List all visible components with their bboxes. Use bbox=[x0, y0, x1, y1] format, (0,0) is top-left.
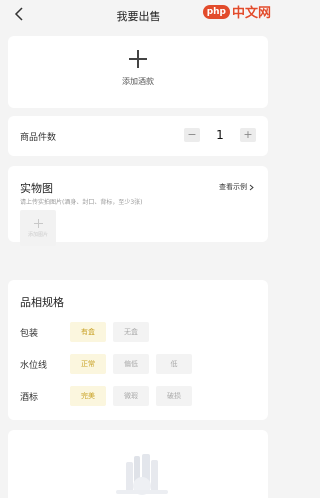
spec-row-label-condition: 酒标 完美 微瑕 破损 bbox=[20, 386, 199, 406]
watermark-text: 中文网 bbox=[231, 6, 271, 21]
condition-spec-card: 品相规格 包装 有盒 无盒 水位线 正常 偏低 低 酒标 完美 微瑕 破损 bbox=[8, 280, 268, 420]
plus-icon bbox=[129, 50, 147, 68]
upload-photo-button[interactable]: 添加图片 bbox=[20, 210, 56, 246]
quantity-card: 商品件数 − 1 + bbox=[8, 116, 268, 156]
watermark-badge: php bbox=[202, 4, 230, 19]
photo-card: 实物图 查看示例 请上传实拍图片(酒身、封口、背标，至少3张) 添加图片 bbox=[8, 166, 268, 246]
spec-row-packaging: 包装 有盒 无盒 bbox=[20, 322, 156, 342]
quantity-value: 1 bbox=[216, 128, 224, 142]
option-chip[interactable]: 有盒 bbox=[70, 322, 106, 342]
photo-section-title: 实物图 bbox=[20, 182, 53, 195]
quantity-label: 商品件数 bbox=[20, 133, 57, 143]
view-example-link[interactable]: 查看示例 bbox=[219, 182, 254, 192]
quantity-stepper: − 1 + bbox=[184, 128, 256, 142]
spec-label: 包装 bbox=[20, 328, 39, 339]
option-chip[interactable]: 完美 bbox=[70, 386, 106, 406]
watermark-logo: php 中文网 bbox=[202, 2, 271, 21]
wine-bottle-illustration-icon bbox=[116, 454, 168, 495]
chevron-right-icon bbox=[249, 184, 254, 190]
bottom-card bbox=[8, 430, 268, 498]
add-wine-button[interactable]: 添加酒款 bbox=[8, 50, 268, 87]
add-wine-card: 添加酒款 bbox=[8, 36, 268, 108]
option-chip[interactable]: 正常 bbox=[70, 354, 106, 374]
spec-row-fill-level: 水位线 正常 偏低 低 bbox=[20, 354, 199, 374]
photo-hint-text: 请上传实拍图片(酒身、封口、背标，至少3张) bbox=[20, 199, 143, 206]
plus-icon bbox=[33, 218, 43, 228]
increment-button[interactable]: + bbox=[240, 128, 256, 142]
upload-photo-label: 添加图片 bbox=[27, 231, 48, 238]
option-chip[interactable]: 偏低 bbox=[113, 354, 149, 374]
spec-section-title: 品相规格 bbox=[20, 296, 64, 309]
spec-label: 水位线 bbox=[20, 360, 48, 371]
option-chip[interactable]: 破损 bbox=[156, 386, 192, 406]
spec-label: 酒标 bbox=[20, 392, 39, 403]
option-chip[interactable]: 微瑕 bbox=[113, 386, 149, 406]
decrement-button[interactable]: − bbox=[184, 128, 200, 142]
add-wine-label: 添加酒款 bbox=[122, 77, 154, 86]
top-nav-bar: 我要出售 php 中文网 bbox=[0, 0, 277, 30]
view-example-label: 查看示例 bbox=[219, 183, 247, 191]
option-chip[interactable]: 无盒 bbox=[113, 322, 149, 342]
option-chip[interactable]: 低 bbox=[156, 354, 192, 374]
